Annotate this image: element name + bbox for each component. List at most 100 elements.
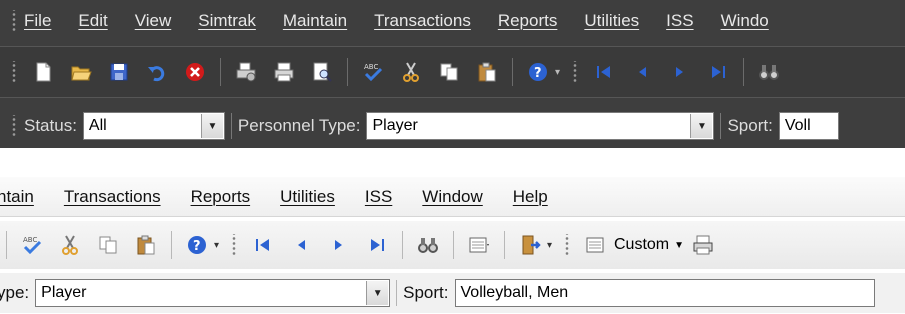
personnel-type-label: Personnel Type:	[237, 116, 361, 135]
new-document-icon[interactable]	[29, 58, 57, 86]
toolbar-grip[interactable]	[10, 10, 18, 32]
chevron-down-icon[interactable]: ▼	[690, 114, 713, 138]
svg-text:ABC: ABC	[23, 236, 37, 244]
view-list-icon[interactable]	[465, 231, 493, 259]
last-record-icon[interactable]	[363, 231, 391, 259]
menu-file[interactable]: File	[24, 11, 51, 31]
next-record-icon[interactable]	[666, 58, 694, 86]
personnel-type-dropdown[interactable]: Player ▼	[366, 112, 715, 140]
toolbar-separator	[347, 58, 348, 86]
menu-maintain[interactable]: ntain	[0, 187, 34, 207]
menu-window[interactable]: Window	[422, 187, 482, 207]
standard-toolbar: ABC ? ▾ ▾ Custom ▼	[0, 221, 905, 269]
previous-record-icon[interactable]	[628, 58, 656, 86]
toolbar-separator	[402, 231, 403, 259]
toolbar-grip[interactable]	[571, 61, 579, 83]
menu-transactions[interactable]: Transactions	[64, 187, 161, 207]
toolbar-separator	[220, 58, 221, 86]
copy-icon[interactable]	[435, 58, 463, 86]
print-icon[interactable]	[270, 58, 298, 86]
cut-icon[interactable]	[397, 58, 425, 86]
custom-list-icon	[581, 231, 609, 259]
sport-dropdown[interactable]: Voll	[778, 112, 839, 140]
personnel-type-label: ype:	[0, 283, 30, 302]
sport-value: Volleyball, Men	[460, 284, 569, 301]
first-record-icon[interactable]	[249, 231, 277, 259]
toolbar-separator	[743, 58, 744, 86]
svg-text:ABC: ABC	[364, 63, 378, 71]
toolbar-grip[interactable]	[563, 234, 571, 256]
sport-value: Voll	[784, 117, 811, 134]
sport-label: Sport:	[727, 116, 773, 135]
custom-button[interactable]: Custom ▼	[581, 231, 684, 259]
copy-icon[interactable]	[94, 231, 122, 259]
undo-icon[interactable]	[143, 58, 171, 86]
paste-icon[interactable]	[132, 231, 160, 259]
menu-reports[interactable]: Reports	[498, 11, 558, 31]
svg-text:?: ?	[534, 66, 542, 81]
help-icon[interactable]: ?	[183, 231, 211, 259]
toolbar-overflow-icon[interactable]: ▾	[555, 67, 565, 78]
sport-dropdown[interactable]: Volleyball, Men	[454, 279, 875, 307]
toolbar-grip[interactable]	[230, 234, 238, 256]
menu-iss[interactable]: ISS	[666, 11, 693, 31]
toolbar-separator	[171, 231, 172, 259]
menu-window[interactable]: Windo	[721, 11, 769, 31]
toolbar-grip[interactable]	[10, 115, 18, 137]
save-icon[interactable]	[105, 58, 133, 86]
filter-bar: ype: Player ▼ Sport: Volleyball, Men	[0, 273, 905, 313]
toolbar-separator	[396, 280, 398, 306]
cancel-icon[interactable]	[181, 58, 209, 86]
chevron-down-icon[interactable]: ▼	[366, 281, 389, 305]
menu-utilities[interactable]: Utilities	[280, 187, 335, 207]
chevron-down-icon[interactable]: ▼	[200, 114, 223, 138]
find-icon[interactable]	[755, 58, 783, 86]
personnel-type-dropdown[interactable]: Player ▼	[35, 279, 391, 307]
toolbar-overflow-icon[interactable]: ▾	[547, 240, 557, 251]
svg-text:?: ?	[193, 239, 201, 254]
menu-utilities[interactable]: Utilities	[584, 11, 639, 31]
first-record-icon[interactable]	[590, 58, 618, 86]
spell-check-icon[interactable]: ABC	[359, 58, 387, 86]
toolbar-separator	[504, 231, 505, 259]
find-icon[interactable]	[414, 231, 442, 259]
previous-record-icon[interactable]	[287, 231, 315, 259]
next-record-icon[interactable]	[325, 231, 353, 259]
filter-bar: Status: All ▼ Personnel Type: Player ▼ S…	[0, 104, 905, 148]
menu-edit[interactable]: Edit	[78, 11, 107, 31]
personnel-type-value: Player	[372, 117, 418, 134]
toolbar-grip[interactable]	[10, 61, 18, 83]
chevron-down-icon: ▼	[674, 239, 685, 251]
light-theme-window: ntain Transactions Reports Utilities ISS…	[0, 169, 905, 314]
personnel-type-value: Player	[41, 284, 87, 301]
sport-label: Sport:	[403, 283, 449, 302]
toolbar-separator	[720, 113, 722, 139]
standard-toolbar: ABC ? ▾	[0, 46, 905, 98]
toolbar-separator	[230, 113, 232, 139]
menu-reports[interactable]: Reports	[191, 187, 251, 207]
menu-maintain[interactable]: Maintain	[283, 11, 347, 31]
paste-icon[interactable]	[473, 58, 501, 86]
status-label: Status:	[24, 116, 77, 135]
menu-help[interactable]: Help	[513, 187, 548, 207]
toolbar-separator	[6, 231, 7, 259]
open-folder-icon[interactable]	[67, 58, 95, 86]
toolbar-separator	[453, 231, 454, 259]
toolbar-overflow-icon[interactable]: ▾	[214, 240, 224, 251]
custom-label: Custom	[614, 236, 670, 253]
last-record-icon[interactable]	[704, 58, 732, 86]
help-icon[interactable]: ?	[524, 58, 552, 86]
menu-transactions[interactable]: Transactions	[374, 11, 471, 31]
exit-door-icon[interactable]	[516, 231, 544, 259]
print-setup-icon[interactable]	[232, 58, 260, 86]
menu-view[interactable]: View	[135, 11, 172, 31]
custom-print-icon[interactable]	[689, 231, 717, 259]
status-dropdown[interactable]: All ▼	[82, 112, 225, 140]
spell-check-icon[interactable]: ABC	[18, 231, 46, 259]
cut-icon[interactable]	[56, 231, 84, 259]
menu-simtrak[interactable]: Simtrak	[198, 11, 256, 31]
print-preview-icon[interactable]	[308, 58, 336, 86]
menu-iss[interactable]: ISS	[365, 187, 392, 207]
menu-bar: File Edit View Simtrak Maintain Transact…	[0, 5, 905, 37]
dark-theme-window: File Edit View Simtrak Maintain Transact…	[0, 0, 905, 148]
